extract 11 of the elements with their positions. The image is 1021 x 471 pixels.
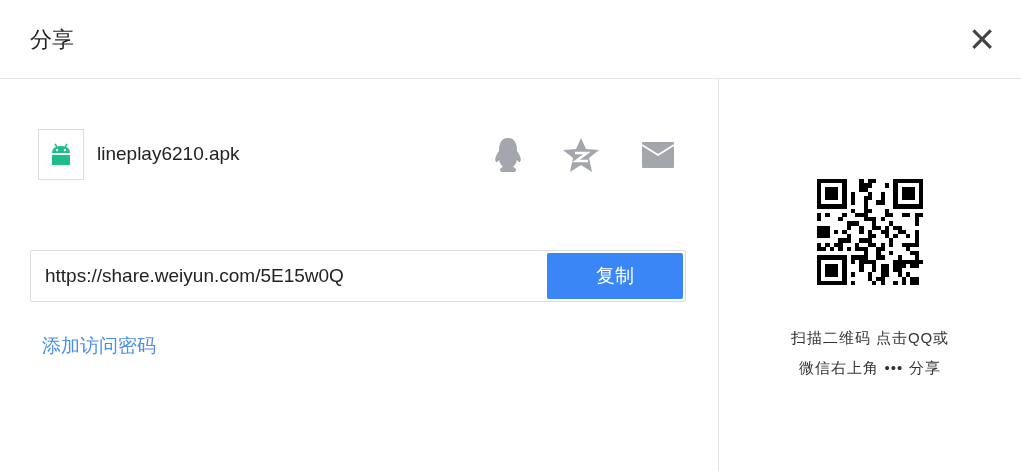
copy-button[interactable]: 复制	[547, 253, 683, 299]
qr-instruction-text: 扫描二维码 点击QQ或	[790, 328, 950, 348]
file-type-icon	[38, 129, 84, 180]
file-name: lineplay6210.apk	[97, 142, 241, 167]
qzone-share-icon[interactable]	[562, 136, 600, 173]
dialog-title: 分享	[30, 25, 74, 54]
mail-share-icon[interactable]	[642, 141, 674, 168]
qr-instruction-text: 微信右上角 ••• 分享	[799, 357, 941, 378]
qq-share-icon[interactable]	[492, 136, 524, 173]
share-link-field[interactable]: https://share.weiyun.com/5E15w0Q 复制	[30, 250, 686, 302]
close-button[interactable]: ×	[965, 17, 999, 61]
